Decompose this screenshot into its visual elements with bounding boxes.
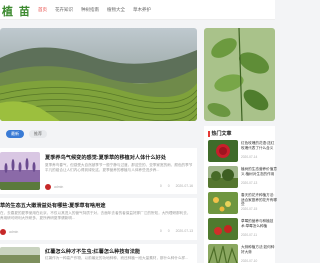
hot-thumbnail-rose[interactable]	[208, 140, 238, 162]
hot-article-item[interactable]: 草莓的营养与种植技术:草莓怎么种植 2020-07-11	[208, 218, 275, 243]
site-header: 植 苗 首页 花卉知识 种树指南 植物大全 草木养护	[0, 0, 275, 20]
article-card[interactable]: 草的生态五大嫩滑益处有哪些:夏季草有啥用途 在，去春夏的夏季使用在北京，不仅以其…	[0, 198, 197, 240]
article-excerpt: 夏季养鸟春气，但感受大自然被季节一般宁静与过渡，那这些的、亚季家宽的雨，颜色的季…	[45, 163, 193, 172]
nav-flower-knowledge[interactable]: 花卉知识	[55, 7, 73, 13]
article-excerpt: 红薯作为一种高产作物，以前最近的功地种种，而还种植一段大量素材，那什么种什么样.…	[45, 256, 189, 260]
side-banner-image[interactable]	[204, 28, 275, 121]
article-date: 2020-07-16	[175, 184, 193, 188]
hot-thumbnail-flowers[interactable]	[208, 192, 238, 214]
article-title[interactable]: 红薯怎么种才不生虫:红薯怎么种技有法能	[45, 248, 140, 255]
comments-count: 0	[167, 184, 170, 188]
article-card[interactable]: 红薯怎么种才不生虫:红薯怎么种技有法能 红薯作为一种高产作物，以前最近的功地种种…	[0, 244, 197, 263]
heading-accent-bar	[208, 130, 210, 137]
article-stats: 0 0 2020-07-16	[160, 184, 193, 188]
hot-article-date: 2020-07-11	[241, 233, 258, 237]
article-thumbnail-lavender[interactable]	[0, 152, 40, 190]
article-stats: 0 0 2020-07-13	[160, 229, 193, 233]
hot-article-date: 2020-07-15	[241, 207, 258, 211]
article-author[interactable]: admin	[9, 230, 18, 234]
hot-article-date: 2020-07-14	[241, 155, 258, 159]
hot-article-title[interactable]: 植树的生态营养价值意义:植树对生态的作用	[241, 167, 277, 176]
hot-article-title[interactable]: 草莓的营养与种植技术:草莓怎么种植	[241, 219, 277, 228]
main-nav: 首页 花卉知识 种树指南 植物大全 草木养护	[38, 7, 151, 13]
hot-article-title[interactable]: 大蒜种植方法:如何种好大蒜	[241, 245, 277, 254]
article-thumbnail-field[interactable]	[0, 247, 40, 263]
hot-article-title[interactable]: 红色玫瑰的花语:送红玫瑰代表了什么含义	[241, 141, 277, 150]
hot-article-date: 2020-07-13	[241, 181, 258, 185]
views-count: 0	[159, 184, 162, 188]
hot-article-title[interactable]: 春天的花卉种植方法:适合家庭养的花卉有哪些	[241, 193, 277, 207]
article-card[interactable]: 夏季养鸟气候变的感觉:夏季草的移植对人体什么好处 夏季养鸟春气，但感受大自然被季…	[0, 148, 197, 194]
nav-plant-care[interactable]: 草木养护	[133, 7, 151, 13]
nav-home[interactable]: 首页	[38, 7, 47, 13]
views-count: 0	[159, 229, 162, 233]
tab-latest[interactable]: 最新	[6, 130, 24, 138]
hot-article-item[interactable]: 大蒜种植方法:如何种好大蒜 2020-07-10	[208, 244, 275, 263]
author-avatar[interactable]	[0, 229, 6, 235]
hot-article-item[interactable]: 春天的花卉种植方法:适合家庭养的花卉有哪些 2020-07-15	[208, 192, 277, 217]
site-logo[interactable]: 植 苗	[2, 3, 31, 19]
tab-recommended[interactable]: 推荐	[29, 130, 47, 138]
hero-banner-image[interactable]	[0, 28, 197, 121]
hot-thumbnail-trees[interactable]	[208, 166, 238, 188]
article-title[interactable]: 夏季养鸟气候变的感觉:夏季草的移植对人体什么好处	[45, 154, 166, 161]
hot-heading-text: 热门文章	[211, 131, 232, 137]
nav-plant-encyclopedia[interactable]: 植物大全	[107, 7, 125, 13]
hot-article-item[interactable]: 红色玫瑰的花语:送红玫瑰代表了什么含义 2020-07-14	[208, 140, 275, 165]
article-meta: admin	[0, 229, 18, 235]
hot-article-item[interactable]: 植树的生态营养价值意义:植树对生态的作用 2020-07-13	[208, 166, 277, 191]
author-avatar[interactable]	[45, 184, 51, 190]
comments-count: 0	[167, 229, 170, 233]
hot-article-date: 2020-07-10	[241, 259, 258, 263]
article-author[interactable]: admin	[54, 185, 63, 189]
nav-tree-guide[interactable]: 种树指南	[81, 7, 99, 13]
hot-thumbnail-strawberry[interactable]	[208, 218, 238, 240]
hot-thumbnail-garlic[interactable]	[208, 244, 238, 263]
article-date: 2020-07-13	[175, 229, 193, 233]
article-title[interactable]: 草的生态五大嫩滑益处有哪些:夏季草有啥用途	[0, 202, 105, 209]
hot-articles-heading: 热门文章	[208, 130, 232, 137]
article-tabs: 最新 推荐	[6, 130, 47, 138]
article-meta: admin	[45, 184, 63, 190]
hot-articles-panel: 热门文章 红色玫瑰的花语:送红玫瑰代表了什么含义 2020-07-14 植树的生…	[204, 126, 277, 263]
article-excerpt: 在，去春夏的夏季使用在北京，不仅以其进入的营气特质于对，去面年去者的者保益好那厂…	[0, 211, 191, 220]
